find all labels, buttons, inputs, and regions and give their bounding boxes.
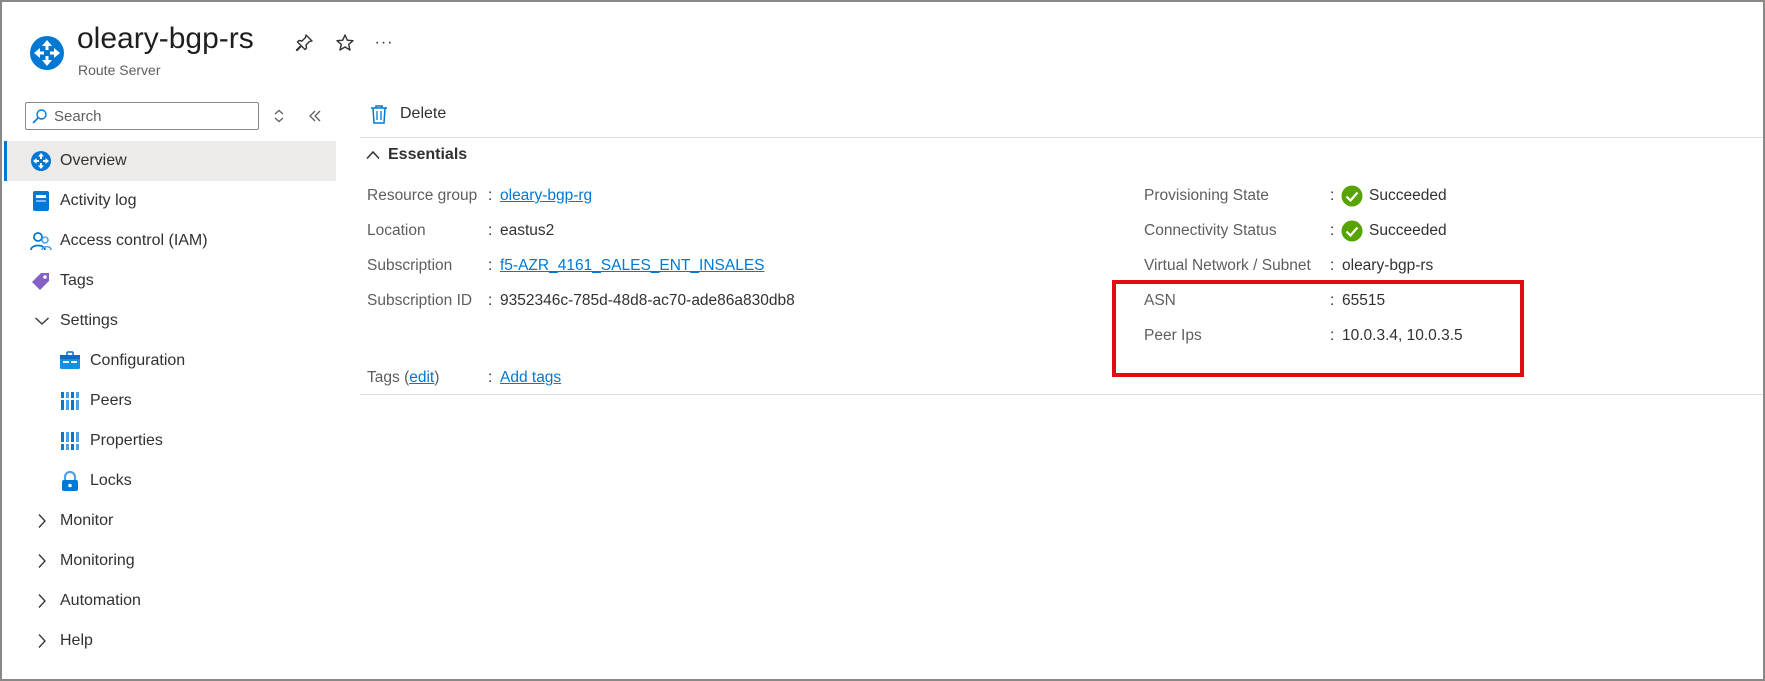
sidebar-group-help[interactable]: Help	[4, 621, 336, 661]
delete-button[interactable]: Delete	[370, 104, 446, 124]
separator: :	[488, 257, 493, 274]
separator: :	[1330, 257, 1335, 274]
configuration-icon	[60, 351, 80, 369]
chevron-right-icon	[38, 594, 46, 608]
sidebar-item-access-control[interactable]: Access control (IAM)	[4, 221, 336, 261]
collapse-sidebar-button[interactable]	[303, 104, 327, 128]
vnet-subnet-label: Virtual Network / Subnet	[1144, 257, 1311, 274]
location-label: Location	[367, 222, 426, 239]
sidebar-item-label: Automation	[60, 592, 141, 609]
connectivity-status-value: Succeeded	[1369, 222, 1447, 239]
success-check-icon	[1341, 185, 1363, 207]
sidebar-item-label: Peers	[90, 392, 132, 409]
sidebar-item-configuration[interactable]: Configuration	[4, 341, 336, 381]
resource-group-link[interactable]: oleary-bgp-rg	[500, 187, 592, 205]
activity-log-icon	[33, 191, 49, 211]
sidebar-item-label: Configuration	[90, 352, 186, 369]
subscription-label: Subscription	[367, 257, 453, 274]
resource-group-label: Resource group	[367, 187, 478, 204]
separator: :	[488, 369, 493, 386]
trash-icon	[371, 105, 387, 124]
lock-icon	[62, 470, 78, 491]
sidebar-item-label: Activity log	[60, 192, 137, 209]
sidebar-item-label: Locks	[90, 472, 132, 489]
sidebar-group-monitor[interactable]: Monitor	[4, 501, 336, 541]
chevron-down-icon	[35, 317, 49, 325]
pin-button[interactable]	[291, 30, 317, 56]
iam-icon	[30, 232, 52, 251]
tags-edit-link[interactable]: edit	[409, 369, 434, 386]
subscription-id-label: Subscription ID	[367, 292, 473, 309]
chevron-right-icon	[38, 554, 46, 568]
search-icon	[32, 109, 47, 124]
sidebar-item-label: Monitoring	[60, 552, 135, 569]
essentials-toggle[interactable]: Essentials	[366, 146, 467, 164]
more-button[interactable]: ···	[371, 30, 397, 56]
sidebar-item-locks[interactable]: Locks	[4, 461, 336, 501]
route-server-icon	[30, 36, 64, 70]
sort-toggle-button[interactable]	[267, 104, 291, 128]
search-input[interactable]	[54, 107, 244, 125]
chevron-right-icon	[38, 634, 46, 648]
sidebar-item-label: Monitor	[60, 512, 114, 529]
add-tags-link[interactable]: Add tags	[500, 369, 561, 387]
connectivity-status-label: Connectivity Status	[1144, 222, 1277, 239]
location-value: eastus2	[500, 222, 555, 239]
tag-icon	[32, 273, 49, 290]
essentials-label: Essentials	[388, 146, 468, 163]
highlight-box	[1112, 280, 1524, 377]
sidebar-item-label: Access control (IAM)	[60, 232, 208, 249]
sidebar-group-automation[interactable]: Automation	[4, 581, 336, 621]
chevron-right-icon	[38, 514, 46, 528]
favorite-button[interactable]	[332, 30, 358, 56]
sidebar-item-tags[interactable]: Tags	[4, 261, 336, 301]
sidebar-item-activity-log[interactable]: Activity log	[4, 181, 336, 221]
sidebar-item-label: Tags	[60, 272, 94, 289]
sidebar-item-label: Properties	[90, 432, 163, 449]
separator: :	[488, 292, 493, 309]
sidebar-item-label: Overview	[60, 152, 127, 169]
separator: :	[1330, 187, 1335, 204]
page-title: oleary-bgp-rs	[77, 22, 254, 55]
up-down-chevron-icon	[274, 109, 284, 123]
subscription-id-value: 9352346c-785d-48d8-ac70-ade86a830db8	[500, 292, 795, 309]
peers-icon	[60, 392, 80, 410]
page-subtitle: Route Server	[78, 62, 161, 78]
subscription-link[interactable]: f5-AZR_4161_SALES_ENT_INSALES	[500, 257, 765, 275]
pin-icon	[295, 34, 313, 52]
more-icon: ···	[374, 34, 394, 51]
sidebar-group-monitoring[interactable]: Monitoring	[4, 541, 336, 581]
toolbar-divider	[360, 137, 1763, 138]
sidebar-item-label: Help	[60, 632, 93, 649]
tags-label: Tags (edit)	[367, 369, 440, 386]
sidebar-group-settings[interactable]: Settings	[4, 301, 336, 341]
essentials-divider	[360, 394, 1763, 395]
overview-icon	[31, 151, 51, 171]
sidebar-item-label: Settings	[60, 312, 118, 329]
vnet-subnet-value: oleary-bgp-rs	[1342, 257, 1434, 274]
delete-label: Delete	[400, 105, 447, 122]
star-icon	[336, 34, 354, 51]
separator: :	[1330, 222, 1335, 239]
search-box[interactable]	[25, 102, 259, 130]
properties-icon	[60, 432, 80, 450]
chevron-up-icon	[366, 150, 380, 160]
double-chevron-left-icon	[309, 110, 321, 122]
separator: :	[488, 222, 493, 239]
provisioning-state-value: Succeeded	[1369, 187, 1447, 204]
sidebar-item-overview[interactable]: Overview	[4, 141, 336, 181]
sidebar-item-properties[interactable]: Properties	[4, 421, 336, 461]
success-check-icon	[1341, 220, 1363, 242]
provisioning-state-label: Provisioning State	[1144, 187, 1269, 204]
sidebar-item-peers[interactable]: Peers	[4, 381, 336, 421]
separator: :	[488, 187, 493, 204]
